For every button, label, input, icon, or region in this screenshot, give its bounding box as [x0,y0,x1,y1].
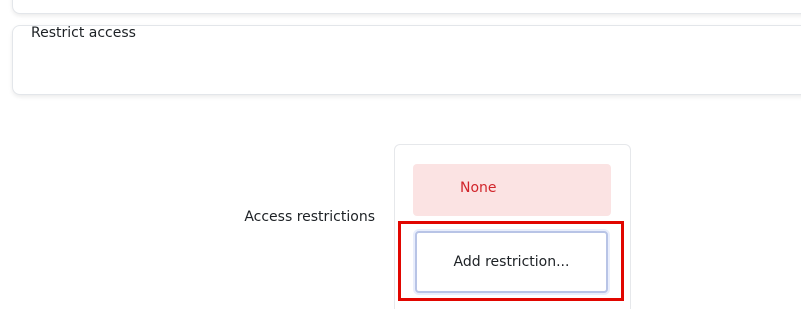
add-restriction-button[interactable]: Add restriction... [415,231,608,293]
previous-section-card [12,0,801,14]
section-title: Restrict access [31,25,136,41]
restriction-status-badge [413,164,611,216]
restriction-status-text: None [460,180,497,196]
access-restrictions-label: Access restrictions [244,209,375,225]
form-page: Restrict access Access restrictions None… [0,0,801,309]
